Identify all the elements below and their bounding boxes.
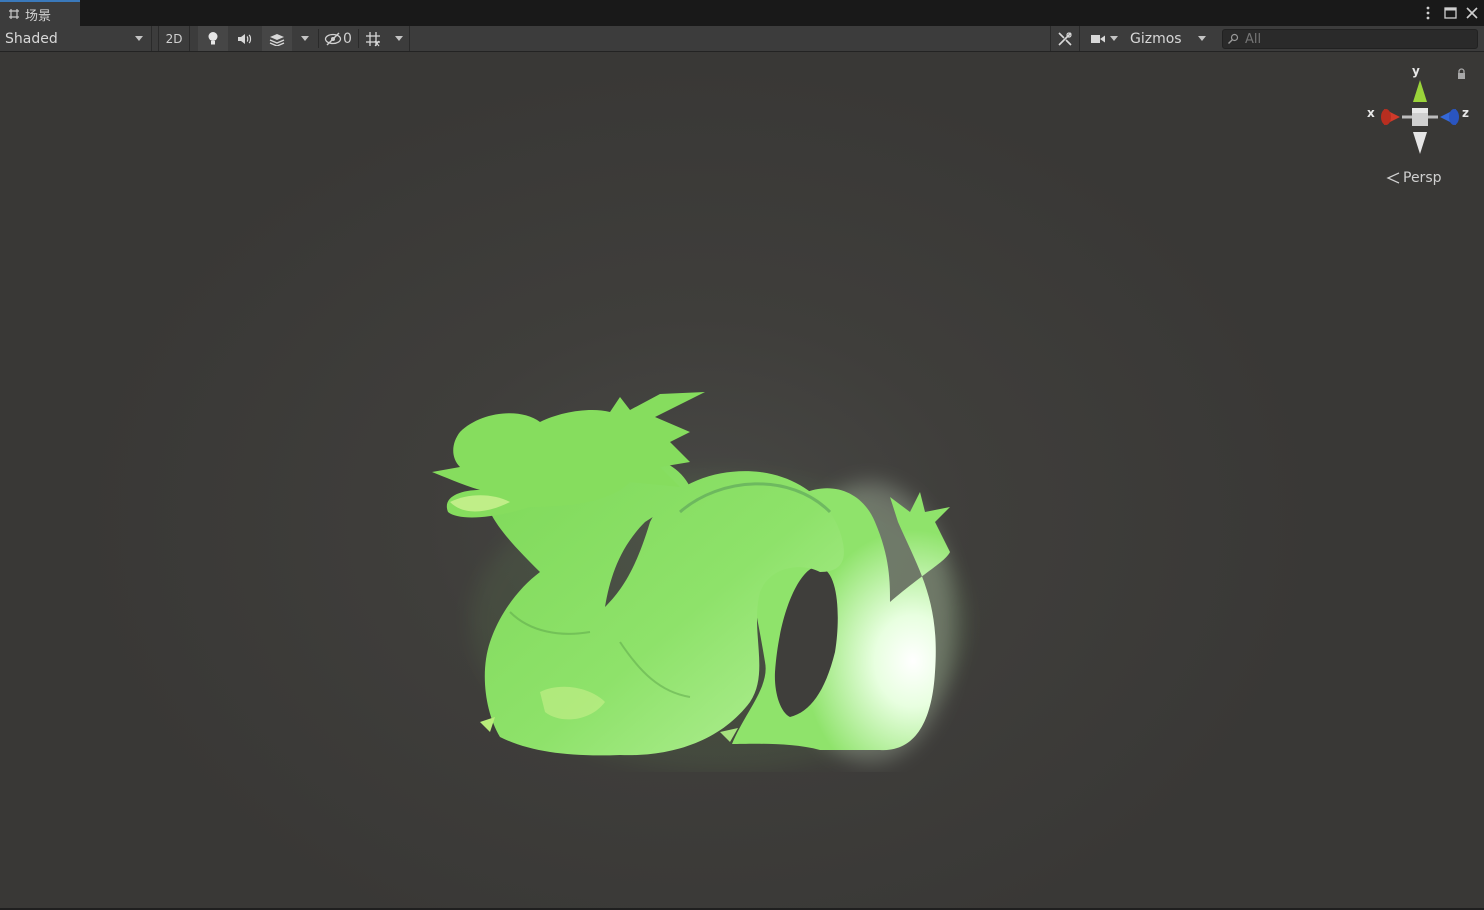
chevron-down-icon (1110, 36, 1118, 41)
toolbar-divider (358, 29, 359, 48)
2d-toggle-button[interactable]: 2D (158, 26, 190, 51)
grid-dropdown-button[interactable] (388, 26, 410, 51)
projection-label: Persp (1403, 170, 1442, 186)
more-options-icon[interactable] (1420, 3, 1436, 23)
projection-toggle[interactable]: Persp (1386, 170, 1442, 186)
chevron-down-icon (1198, 36, 1206, 41)
tab-bar: 场景 (0, 0, 1484, 26)
effects-dropdown-button[interactable] (294, 26, 316, 51)
effects-toggle-button[interactable] (262, 26, 292, 51)
close-icon[interactable] (1464, 3, 1480, 23)
speaker-icon (238, 33, 252, 44)
shading-mode-dropdown[interactable]: Shaded (0, 26, 152, 51)
chevron-down-icon (135, 36, 143, 41)
y-axis-cone (1413, 80, 1427, 102)
effects-layers-icon (269, 33, 285, 46)
scene-visibility-button[interactable]: 0 (320, 26, 356, 51)
window-controls (1420, 3, 1480, 23)
gizmo-y-label: y (1412, 64, 1420, 78)
search-input[interactable] (1245, 31, 1465, 47)
2d-label: 2D (165, 31, 183, 46)
eye-slash-icon (324, 32, 342, 45)
camera-settings-button[interactable] (1084, 26, 1124, 51)
tools-icon (1058, 31, 1072, 46)
scene-grid-icon (9, 9, 19, 19)
lock-icon[interactable] (1456, 68, 1467, 80)
tab-scene[interactable]: 场景 (0, 0, 80, 26)
grid-toggle-button[interactable] (360, 26, 386, 51)
dragon-model[interactable] (420, 372, 980, 772)
maximize-icon[interactable] (1442, 3, 1458, 23)
search-icon (1228, 33, 1239, 44)
perspective-icon (1386, 172, 1400, 184)
camera-icon (1091, 34, 1105, 43)
chevron-down-icon (394, 36, 403, 41)
gizmo-x-label: x (1367, 106, 1375, 120)
shading-mode-label: Shaded (5, 30, 58, 47)
lighting-toggle-button[interactable] (198, 26, 228, 51)
gizmo-z-label: z (1462, 106, 1469, 120)
gizmos-label: Gizmos (1130, 30, 1182, 47)
scene-toolbar: Shaded 2D 0 Gizmos All (0, 26, 1484, 52)
neg-y-axis-cone (1413, 132, 1427, 154)
scene-search-field[interactable] (1222, 29, 1478, 49)
toolbar-divider (318, 29, 319, 48)
hidden-object-count: 0 (343, 30, 352, 47)
chevron-down-icon (301, 36, 309, 41)
tab-title: 场景 (25, 8, 52, 24)
audio-toggle-button[interactable] (230, 26, 260, 51)
bulb-icon (208, 32, 218, 45)
tools-button[interactable] (1050, 26, 1080, 51)
gizmos-dropdown[interactable]: Gizmos (1126, 26, 1214, 51)
scene-viewport[interactable]: y x z Persp (0, 52, 1484, 908)
grid-icon (366, 31, 380, 46)
